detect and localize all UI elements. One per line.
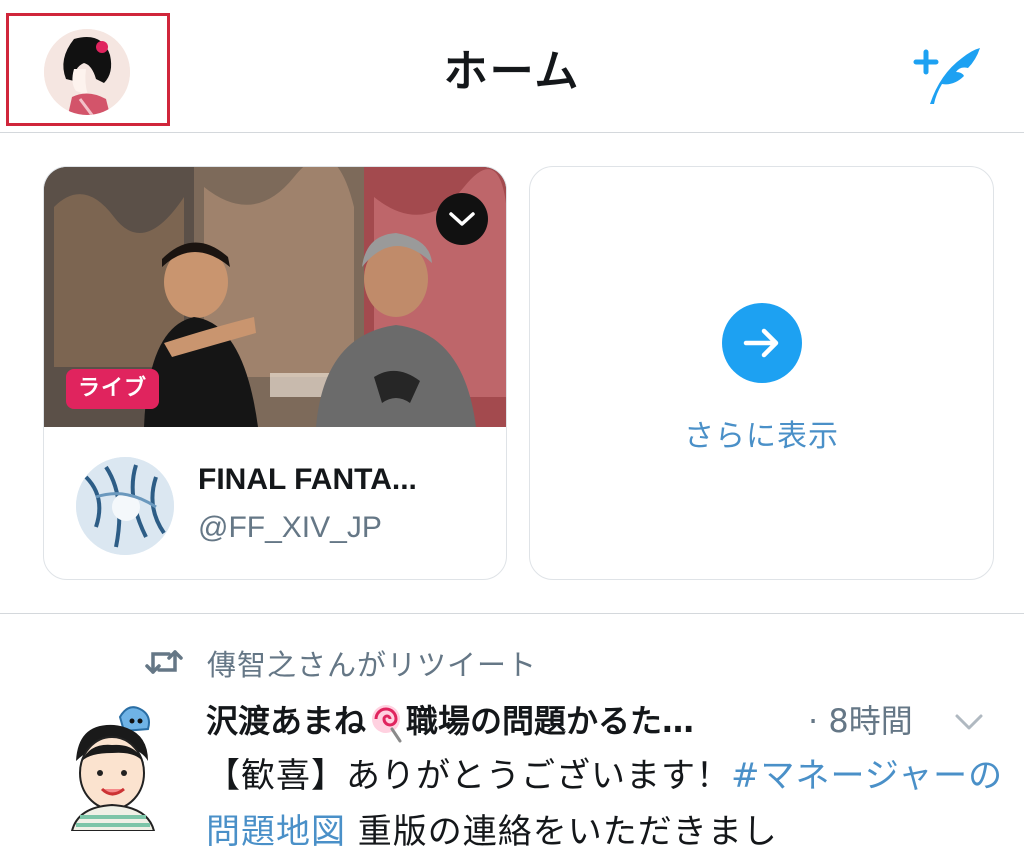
tweet-options-button[interactable] xyxy=(952,708,986,738)
live-broadcast-card[interactable]: ライブ FINAL FANTA... @FF_XIV_JP xyxy=(43,166,507,580)
show-more-label[interactable]: さらに表示 xyxy=(530,411,993,455)
header-divider xyxy=(0,132,1024,133)
live-badge: ライブ xyxy=(66,369,160,409)
dismiss-button[interactable] xyxy=(436,193,488,245)
tweet-text-part2: 重版の連絡をいただきまし xyxy=(346,812,778,852)
lollipop-icon xyxy=(372,705,402,743)
chevron-down-icon xyxy=(955,714,983,730)
channel-name: FINAL FANTA... xyxy=(198,463,417,496)
tweet-timestamp[interactable]: · 8時間 xyxy=(808,696,913,742)
chevron-down-icon xyxy=(449,212,475,226)
tweet-author-name-suffix: 職場の問題かるた… xyxy=(406,702,695,740)
compose-tweet-button[interactable] xyxy=(910,40,982,108)
show-more-button[interactable] xyxy=(722,303,802,383)
tweet-text: 【歓喜】ありがとうございます！#マネージャーの問題地図 重版の連絡をいただきまし xyxy=(206,748,1006,860)
top-header: ホーム xyxy=(0,0,1024,132)
arrow-right-icon xyxy=(743,328,779,358)
tweet-text-part1: 【歓喜】ありがとうございます！ xyxy=(206,756,731,796)
show-more-card[interactable]: さらに表示 xyxy=(529,166,994,580)
page-title: ホーム xyxy=(443,46,581,97)
tweet-author-avatar[interactable] xyxy=(68,703,158,831)
retweet-icon xyxy=(145,650,183,674)
compose-tweet-icon xyxy=(913,48,980,104)
live-video-thumbnail[interactable]: ライブ xyxy=(44,167,506,427)
channel-handle: @FF_XIV_JP xyxy=(198,511,382,544)
retweet-context-text[interactable]: 傳智之さんがリツイート xyxy=(207,642,537,684)
section-divider xyxy=(0,613,1024,614)
tweet-author-name[interactable]: 沢渡あまね 職場の問題かるた… xyxy=(206,696,694,743)
channel-avatar[interactable] xyxy=(76,457,174,555)
tweet-author-name-prefix: 沢渡あまね xyxy=(206,702,367,740)
